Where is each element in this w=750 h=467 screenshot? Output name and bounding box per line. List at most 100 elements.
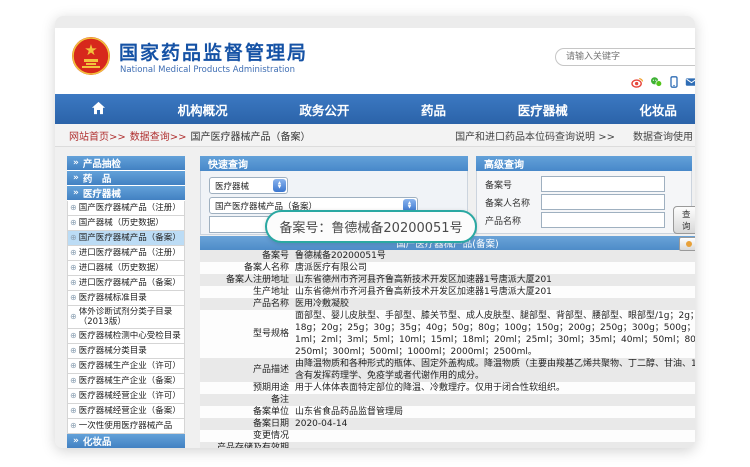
- breadcrumb-link[interactable]: 数据查询>>: [130, 128, 187, 143]
- circle-plus-icon: ⊕: [70, 406, 77, 416]
- row-value-line: 唐派医疗有限公司: [295, 262, 695, 274]
- sidebar-section-label: 产品抽检: [83, 156, 121, 170]
- row-value: [295, 430, 695, 442]
- search-input[interactable]: [555, 48, 695, 66]
- row-label: 预期用途: [200, 382, 295, 394]
- sidebar-item[interactable]: ⊕国产医疗器械产品（备案）: [67, 231, 185, 246]
- sidebar-item-label: 一次性使用医疗器械产品: [79, 421, 173, 431]
- table-row: 备案单位山东省食品药品监督管理局: [200, 406, 695, 418]
- sidebar-item[interactable]: ⊕医疗器械经营企业（许可）: [67, 389, 185, 404]
- circle-plus-icon: ⊕: [70, 346, 77, 356]
- row-label: 变更情况: [200, 430, 295, 442]
- row-value-line: 山东省食品药品监督管理局: [295, 406, 695, 418]
- breadcrumb-current: 国产医疗器械产品（备案）: [191, 128, 311, 143]
- circle-plus-icon: ⊕: [70, 233, 77, 243]
- sidebar-item[interactable]: ⊕国产医疗器械产品（注册）: [67, 201, 185, 216]
- advanced-product-name-input[interactable]: [541, 212, 665, 228]
- query-usage-link[interactable]: 数据查询使用: [633, 128, 693, 143]
- circle-plus-icon: ⊕: [70, 218, 77, 228]
- circle-plus-icon: ⊕: [70, 361, 77, 371]
- action-dot-icon: [686, 241, 692, 247]
- wechat-icon[interactable]: [650, 76, 663, 88]
- circle-plus-icon: ⊕: [70, 421, 77, 431]
- browser-page: ★ 国家药品监督管理局 National Medical Products Ad…: [55, 16, 695, 448]
- sidebar-item[interactable]: ⊕进口器械（历史数据）: [67, 261, 185, 276]
- row-value-line: 用于人体体表面特定部位的降温、冷敷理疗。仅用于闭合性软组织。: [295, 382, 695, 394]
- field-label: 备案号: [485, 178, 541, 191]
- table-row: 变更情况: [200, 430, 695, 442]
- site-header: ★ 国家药品监督管理局 National Medical Products Ad…: [55, 28, 695, 94]
- sidebar-section-label: 药 品: [83, 171, 112, 185]
- row-value: 2020-04-14: [295, 418, 695, 430]
- row-value: [295, 442, 695, 448]
- sidebar: »产品抽检»药 品»医疗器械⊕国产医疗器械产品（注册）⊕国产器械（历史数据）⊕国…: [67, 156, 185, 448]
- category-select[interactable]: 医疗器械 ▲▼: [209, 177, 288, 194]
- national-emblem-logo: ★: [71, 36, 111, 76]
- advanced-search-button[interactable]: 查询: [673, 206, 695, 234]
- row-value-line: 山东省德州市齐河县齐鲁高新技术开发区加速器1号唐派大厦201: [295, 274, 695, 286]
- detail-table: 国产医疗器械产品(备案) 备案号鲁德械备20200051号备案人名称唐派医疗有限…: [200, 236, 695, 448]
- row-value: 山东省德州市齐河县齐鲁高新技术开发区加速器1号唐派大厦201: [295, 286, 695, 298]
- table-row: 产品存储及有效期: [200, 442, 695, 448]
- nav-item-home[interactable]: [91, 101, 106, 118]
- sidebar-section-header[interactable]: » 产品抽检: [67, 156, 185, 171]
- advanced-query-row: 备案号: [477, 175, 691, 193]
- row-value-line: [295, 394, 695, 406]
- sidebar-item[interactable]: ⊕进口医疗器械产品（备案）: [67, 276, 185, 291]
- field-label: 产品名称: [485, 214, 541, 227]
- nav-item[interactable]: 政务公开: [299, 100, 349, 119]
- row-label: 备案日期: [200, 418, 295, 430]
- circle-plus-icon: ⊕: [70, 263, 77, 273]
- circle-plus-icon: ⊕: [70, 203, 77, 213]
- breadcrumb-link[interactable]: 网站首页>>: [69, 128, 126, 143]
- sidebar-item[interactable]: ⊕医疗器械分类目录: [67, 344, 185, 359]
- nav-item[interactable]: 机构概况: [178, 100, 228, 119]
- sidebar-item[interactable]: ⊕国产器械（历史数据）: [67, 216, 185, 231]
- sidebar-item-label: 进口器械（历史数据）: [79, 263, 164, 273]
- sidebar-section-label: 医疗器械: [83, 186, 121, 200]
- sidebar-section-header[interactable]: »医疗器械: [67, 186, 185, 201]
- sidebar-item[interactable]: ⊕医疗器械检测中心受检目录: [67, 329, 185, 344]
- table-row: 备案号鲁德械备20200051号: [200, 250, 695, 262]
- table-header-action-button[interactable]: [679, 237, 695, 251]
- svg-text:★: ★: [84, 41, 97, 59]
- sidebar-section-header[interactable]: »化妆品: [67, 434, 185, 448]
- sidebar-item[interactable]: ⊕体外诊断试剂分类子目录（2013版）: [67, 306, 185, 329]
- sidebar-item[interactable]: ⊕医疗器械生产企业（许可）: [67, 359, 185, 374]
- row-label: 产品名称: [200, 298, 295, 310]
- sidebar-item[interactable]: ⊕进口医疗器械产品（注册）: [67, 246, 185, 261]
- advanced-record-no-input[interactable]: [541, 176, 665, 192]
- table-row: 产品描述由降温物质和各种形式的瓶体、固定外盖构成。降温物质（主要由羧基乙烯共聚物…: [200, 358, 695, 382]
- nav-item[interactable]: 化妆品: [639, 100, 677, 119]
- site-subtitle: National Medical Products Administration: [120, 65, 295, 75]
- sidebar-item[interactable]: ⊕一次性使用医疗器械产品: [67, 419, 185, 434]
- row-value: 用于人体体表面特定部位的降温、冷敷理疗。仅用于闭合性软组织。: [295, 382, 695, 394]
- row-value-line: 含有发挥药理学、免疫学或者代谢作用的成分。: [295, 370, 695, 382]
- row-value-line: [295, 430, 695, 442]
- chevron-right-icon: »: [73, 158, 79, 168]
- weibo-icon[interactable]: [631, 76, 644, 88]
- row-label: 备案人注册地址: [200, 274, 295, 286]
- sidebar-item[interactable]: ⊕医疗器械标准目录: [67, 291, 185, 306]
- sidebar-item-label: 国产医疗器械产品（备案）: [79, 233, 181, 243]
- sidebar-item[interactable]: ⊕医疗器械经营企业（备案）: [67, 404, 185, 419]
- circle-plus-icon: ⊕: [70, 248, 77, 258]
- sidebar-section-header[interactable]: »药 品: [67, 171, 185, 186]
- chevron-right-icon: »: [73, 436, 79, 446]
- row-label: 生产地址: [200, 286, 295, 298]
- row-value: 医用冷敷凝胶: [295, 298, 695, 310]
- drug-code-help-link[interactable]: 国产和进口药品本位码查询说明 >>: [455, 128, 615, 143]
- site-title: 国家药品监督管理局: [119, 38, 308, 65]
- row-value-line: 2020-04-14: [295, 418, 695, 430]
- nav-item[interactable]: 医疗器械: [518, 100, 568, 119]
- advanced-registrant-name-input[interactable]: [541, 194, 665, 210]
- mail-icon[interactable]: [685, 76, 695, 88]
- mobile-icon[interactable]: [669, 76, 679, 88]
- sidebar-item[interactable]: ⊕医疗器械生产企业（备案）: [67, 374, 185, 389]
- nav-item[interactable]: 药品: [421, 100, 446, 119]
- select-arrows-icon: ▲▼: [273, 179, 286, 192]
- row-value-line: 由降温物质和各种形式的瓶体、固定外盖构成。降温物质（主要由羧基乙烯共聚物、丁二醇…: [295, 358, 695, 370]
- advanced-query-row: 备案人名称: [477, 193, 691, 211]
- sidebar-item-label: 医疗器械标准目录: [79, 293, 147, 303]
- row-label: 备案单位: [200, 406, 295, 418]
